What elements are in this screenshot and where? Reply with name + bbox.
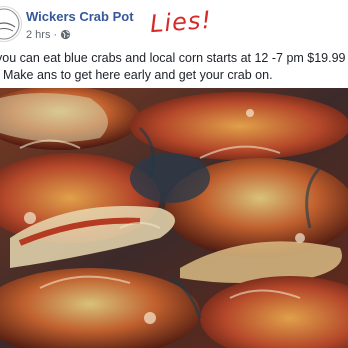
post-header: Wickers Crab Pot 2 hrs · Lies! bbox=[0, 0, 348, 48]
facebook-post: Wickers Crab Pot 2 hrs · Lies! you can ea… bbox=[0, 0, 348, 348]
post-timestamp[interactable]: 2 hrs bbox=[26, 29, 50, 41]
page-avatar[interactable] bbox=[0, 6, 22, 42]
crab-photo[interactable] bbox=[0, 88, 348, 348]
meta-separator: · bbox=[53, 29, 58, 41]
post-meta: 2 hrs · bbox=[26, 29, 71, 41]
globe-icon[interactable] bbox=[60, 29, 71, 40]
post-text: you can eat blue crabs and local corn st… bbox=[0, 51, 346, 82]
handwritten-annotation: Lies! bbox=[149, 5, 213, 39]
page-name-link[interactable]: Wickers Crab Pot bbox=[26, 9, 134, 24]
